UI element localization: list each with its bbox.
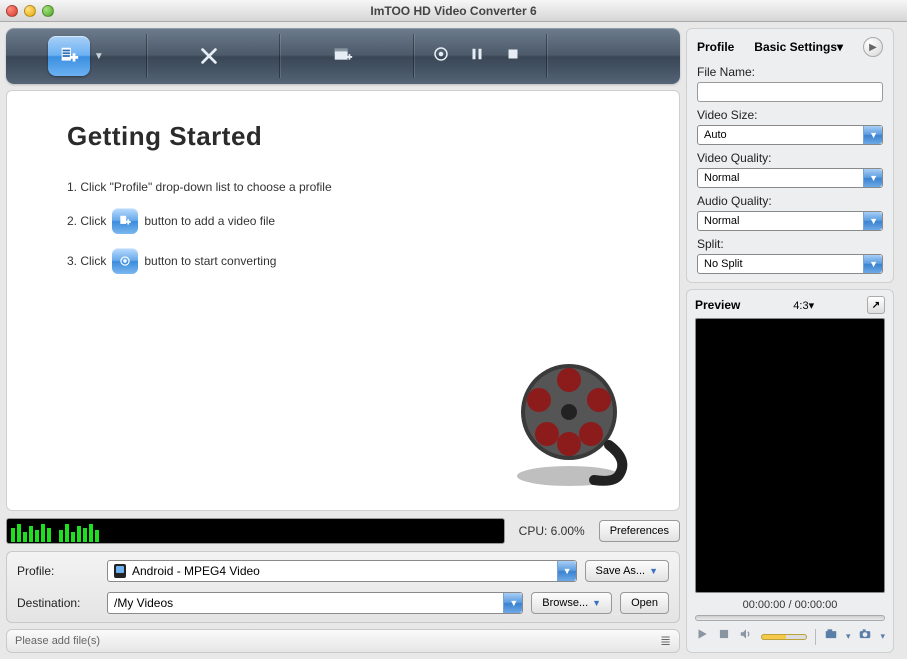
destination-dropdown[interactable]: /My Videos ▼ [107, 592, 523, 614]
film-reel-icon [499, 350, 639, 490]
traffic-lights [6, 5, 54, 17]
status-bar: Please add file(s) ≣ [6, 629, 680, 653]
zoom-window-button[interactable] [42, 5, 54, 17]
snapshot-folder-button[interactable] [824, 627, 838, 646]
video-size-select[interactable]: Auto▼ [697, 125, 883, 145]
add-file-button[interactable] [48, 36, 90, 76]
profile-settings-panel: Profile Basic Settings▾ ▶ File Name: Vid… [686, 28, 894, 283]
getting-started-heading: Getting Started [67, 121, 619, 152]
profile-dropdown[interactable]: Android - MPEG4 Video ▼ [107, 560, 577, 582]
aspect-ratio-select[interactable]: 4:3▾ [793, 299, 814, 312]
play-button[interactable] [695, 627, 709, 646]
open-button[interactable]: Open [620, 592, 669, 614]
main-toolbar: ▼ [6, 28, 680, 84]
status-message: Please add file(s) [15, 635, 100, 647]
volume-icon[interactable] [739, 627, 753, 646]
cpu-usage-label: CPU: 6.00% [513, 524, 591, 538]
preview-screen [695, 318, 885, 593]
stop-preview-button[interactable] [717, 627, 731, 646]
gs-step-1: 1. Click "Profile" drop-down list to cho… [67, 180, 332, 194]
window-title: ImTOO HD Video Converter 6 [0, 4, 907, 18]
snapshot-button[interactable] [858, 627, 872, 646]
add-file-icon [112, 208, 138, 234]
add-file-dropdown-icon[interactable]: ▼ [94, 51, 104, 62]
volume-slider[interactable] [761, 634, 807, 640]
convert-icon [112, 248, 138, 274]
destination-label: Destination: [17, 596, 99, 610]
getting-started-pane: Getting Started 1. Click "Profile" drop-… [6, 90, 680, 511]
playback-time: 00:00:00 / 00:00:00 [695, 593, 885, 615]
add-clip-button[interactable] [322, 36, 364, 76]
audio-quality-select[interactable]: Normal▼ [697, 211, 883, 231]
stop-button[interactable] [504, 45, 522, 68]
window-titlebar: ImTOO HD Video Converter 6 [0, 0, 907, 22]
pause-button[interactable] [468, 45, 486, 68]
device-icon [114, 564, 126, 578]
gs-step-2b: button to add a video file [144, 214, 275, 228]
task-list-icon[interactable]: ≣ [660, 633, 671, 649]
profile-value: Android - MPEG4 Video [132, 564, 260, 578]
audio-quality-label: Audio Quality: [697, 194, 883, 208]
split-select[interactable]: No Split▼ [697, 254, 883, 274]
file-name-label: File Name: [697, 65, 883, 79]
profile-label: Profile: [17, 564, 99, 578]
save-as-button[interactable]: Save As...▼ [585, 560, 669, 582]
playback-scrubber[interactable] [695, 615, 885, 621]
gs-step-2a: 2. Click [67, 214, 106, 228]
profile-panel-title: Profile [697, 40, 734, 54]
next-panel-button[interactable]: ▶ [863, 37, 883, 57]
video-size-label: Video Size: [697, 108, 883, 122]
convert-button[interactable] [432, 45, 450, 68]
cpu-graph [6, 518, 505, 544]
minimize-window-button[interactable] [24, 5, 36, 17]
preview-title: Preview [695, 298, 740, 312]
gs-step-3a: 3. Click [67, 254, 106, 268]
destination-value: /My Videos [114, 596, 173, 610]
popout-preview-button[interactable]: ↗ [867, 296, 885, 314]
split-label: Split: [697, 237, 883, 251]
gs-step-3b: button to start converting [144, 254, 276, 268]
preferences-button[interactable]: Preferences [599, 520, 680, 542]
browse-button[interactable]: Browse...▼ [531, 592, 612, 614]
video-quality-select[interactable]: Normal▼ [697, 168, 883, 188]
output-settings: Profile: Android - MPEG4 Video ▼ Save As… [6, 551, 680, 623]
file-name-input[interactable] [697, 82, 883, 102]
preview-panel: Preview 4:3▾ ↗ 00:00:00 / 00:00:00 ▾ ▾ [686, 289, 894, 653]
remove-button[interactable] [188, 36, 230, 76]
video-quality-label: Video Quality: [697, 151, 883, 165]
close-window-button[interactable] [6, 5, 18, 17]
basic-settings-tab[interactable]: Basic Settings▾ [754, 40, 843, 54]
